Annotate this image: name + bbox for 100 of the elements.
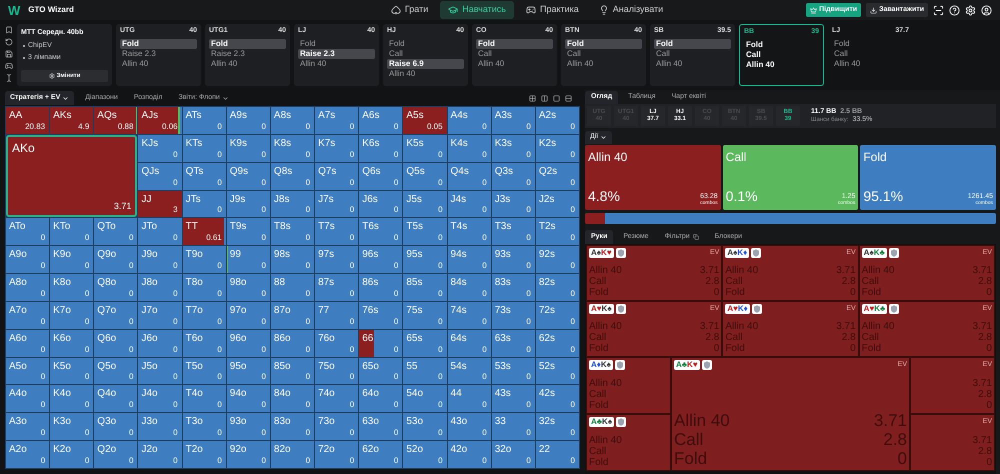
hand-cell[interactable]: 74s 0	[448, 302, 491, 329]
hand-cell[interactable]: A5s 0.05	[403, 107, 447, 134]
hand-cell[interactable]: QJs 0	[138, 162, 182, 190]
hand-cell[interactable]: T7o 0	[182, 302, 226, 329]
hand-cell[interactable]: 42o 0	[448, 441, 491, 468]
hand-cell[interactable]: 86o 0	[270, 330, 314, 357]
hand-cell[interactable]: 43s 0	[492, 385, 535, 412]
hand-cell[interactable]: 83s 0	[492, 274, 535, 301]
hand-cell[interactable]: T3s 0	[492, 218, 535, 246]
nav-tab[interactable]: Грати	[382, 1, 436, 19]
hand-cell[interactable]: 75o 0	[315, 358, 358, 384]
hand-cell[interactable]: 85s 0	[403, 274, 447, 301]
hand-cell[interactable]: 95o 0	[226, 358, 270, 384]
hand-cell[interactable]: K2o 0	[50, 441, 94, 468]
hand-cell[interactable]: 92s 0	[536, 246, 579, 274]
action-option[interactable]: Allin 40	[298, 58, 375, 68]
action-option[interactable]: Call	[832, 48, 909, 58]
hand-cell[interactable]: Q3o 0	[94, 413, 138, 440]
action-option[interactable]: Allin 40	[476, 58, 553, 68]
rows-view-icon[interactable]	[565, 94, 572, 102]
nav-tab[interactable]: Аналізувати	[590, 1, 672, 19]
hand-cell[interactable]: Q6o 0	[94, 330, 138, 357]
hand-cell[interactable]: 65s 0	[403, 330, 447, 357]
hand-cell[interactable]: 62o 0	[359, 441, 402, 468]
hand-cell[interactable]: 93s 0	[492, 246, 535, 274]
hand-cell[interactable]: 94s 0	[448, 246, 491, 274]
hand-cell[interactable]: Q2o 0	[94, 441, 138, 468]
hand-cell[interactable]: 95s 0	[403, 246, 447, 274]
hand-cell[interactable]: J3s 0	[492, 190, 535, 218]
hand-cell[interactable]: 82o 0	[270, 441, 314, 468]
hand-cell[interactable]: QTo 0	[94, 218, 138, 246]
hand-cell[interactable]: AA 20.83	[6, 107, 50, 134]
hand-cell[interactable]: J7o 0	[138, 302, 182, 329]
action-option[interactable]: Call	[565, 48, 642, 58]
hand-cell[interactable]: K2s 0	[536, 134, 579, 162]
hand-cell[interactable]: AKo 3.71	[6, 134, 138, 218]
action-option[interactable]: Fold	[209, 38, 286, 48]
hand-cell[interactable]: 84s 0	[448, 274, 491, 301]
hand-cell[interactable]: 76s 0	[359, 302, 402, 329]
hand-cell[interactable]: 73s 0	[492, 302, 535, 329]
action-option[interactable]: Fold	[565, 38, 642, 48]
hand-cell[interactable]: J4s 0	[448, 190, 491, 218]
hand-cell[interactable]: A6o 0	[6, 330, 50, 357]
hand-cell[interactable]: 33 0	[492, 413, 535, 440]
hand-cell[interactable]: T2s 0	[536, 218, 579, 246]
scan-icon[interactable]	[933, 4, 944, 16]
action-option[interactable]: Allin 40	[565, 58, 642, 68]
hand-cell[interactable]: AQs 0.88	[94, 107, 138, 134]
action-option[interactable]: Raise 2.3	[298, 48, 375, 58]
hand-cell[interactable]: 64s 0	[448, 330, 491, 357]
hand-cell[interactable]: K9s 0	[226, 134, 270, 162]
hand-cell[interactable]: A6s 0	[359, 107, 402, 134]
single-view-icon[interactable]	[553, 94, 560, 102]
hand-cell[interactable]: J6o 0	[138, 330, 182, 357]
hand-cell[interactable]: 76o 0	[315, 330, 358, 357]
gamepad-icon[interactable]	[5, 62, 13, 70]
action-option[interactable]: Call	[654, 48, 731, 58]
save-icon[interactable]	[5, 50, 13, 58]
hand-cell[interactable]: 22 0	[536, 441, 579, 468]
refresh-icon[interactable]	[5, 38, 13, 46]
hand-cell[interactable]: KTs 0	[182, 134, 226, 162]
columns-view-icon[interactable]	[541, 94, 548, 102]
hand-cell[interactable]: A4o 0	[6, 385, 50, 412]
action-option[interactable]: Call	[744, 50, 819, 60]
combo-cell[interactable]: A♦K♠ Allin 40 Call Fold	[586, 357, 671, 414]
hand-cell[interactable]: AKs 4.9	[50, 107, 94, 134]
hand-cell[interactable]: K7s 0	[315, 134, 358, 162]
hand-cell[interactable]: Q5s 0	[403, 162, 447, 190]
hand-cell[interactable]: J8o 0	[138, 274, 182, 301]
hand-cell[interactable]: Q4o 0	[94, 385, 138, 412]
help-icon[interactable]	[949, 4, 960, 16]
hand-cell[interactable]: 53s 0	[492, 358, 535, 384]
hand-cell[interactable]: AJs 0.06	[138, 107, 182, 134]
action-option[interactable]: Allin 40	[387, 68, 464, 78]
hand-cell[interactable]: 82s 0	[536, 274, 579, 301]
hand-cell[interactable]: JTs 0	[182, 190, 226, 218]
nav-tab[interactable]: Практика	[518, 1, 587, 19]
action-option[interactable]: Allin 40	[120, 58, 197, 68]
action-option[interactable]: Allin 40	[209, 58, 286, 68]
hand-cell[interactable]: 52o 0	[403, 441, 447, 468]
bookmark-icon[interactable]	[5, 26, 13, 34]
hand-cell[interactable]: Q6s 0	[359, 162, 402, 190]
grid-view-icon[interactable]	[529, 94, 536, 102]
action-option[interactable]: Call	[387, 48, 464, 58]
action-option[interactable]: Fold	[744, 40, 819, 50]
hand-cell[interactable]: 55 0	[403, 358, 447, 384]
hand-cell[interactable]: K3o 0	[50, 413, 94, 440]
hand-cell[interactable]: 98o 0	[226, 274, 270, 301]
hand-cell[interactable]: J9s 0	[226, 190, 270, 218]
hand-cell[interactable]: J6s 0	[359, 190, 402, 218]
logo[interactable]: W	[8, 4, 20, 16]
hand-cell[interactable]: 83o 0	[270, 413, 314, 440]
action-option[interactable]: Raise 2.3	[120, 48, 197, 58]
hand-cell[interactable]: T6s 0	[359, 218, 402, 246]
hand-cell[interactable]: J5s 0	[403, 190, 447, 218]
hand-cell[interactable]: K9o 0	[50, 246, 94, 274]
hand-cell[interactable]: 98s 0	[270, 246, 314, 274]
hand-cell[interactable]: J2o 0	[138, 441, 182, 468]
hand-cell[interactable]: Q9o 0	[94, 246, 138, 274]
nav-tab[interactable]: Навчатись	[440, 1, 514, 19]
